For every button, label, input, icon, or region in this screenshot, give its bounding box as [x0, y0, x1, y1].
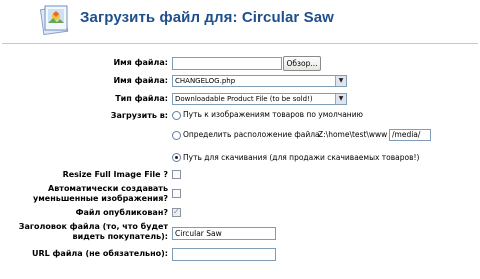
file-name-select[interactable]: CHANGELOG.php ▼: [172, 75, 347, 87]
file-title-label: Заголовок файла (то, что будет видеть по…: [18, 222, 168, 241]
custom-path-input[interactable]: /media/: [389, 129, 431, 141]
file-type-select-value: Downloadable Product File (to be sold!): [175, 95, 313, 103]
radio-custom-path-label: Определить расположение файла:: [183, 130, 323, 139]
radio-default-images-path[interactable]: [172, 111, 181, 120]
checkmark-icon: ✓: [173, 207, 180, 216]
browse-button[interactable]: Обзор...: [283, 56, 321, 71]
file-type-select[interactable]: Downloadable Product File (to be sold!) …: [172, 93, 347, 105]
upload-image-icon: [39, 5, 69, 36]
file-name-select-value: CHANGELOG.php: [175, 77, 236, 85]
radio-default-images-path-label: Путь к изображениям товаров по умолчанию: [183, 110, 363, 119]
radio-custom-path[interactable]: [172, 131, 181, 140]
page-header: Загрузить файл для: Circular Saw: [0, 0, 480, 44]
file-upload-input[interactable]: [172, 57, 282, 70]
auto-thumbnail-checkbox[interactable]: [172, 189, 181, 198]
published-label: Файл опубликован?: [75, 208, 168, 217]
upload-to-label: Загрузить в:: [110, 111, 168, 120]
published-checkbox[interactable]: ✓: [172, 207, 181, 217]
chevron-down-icon[interactable]: ▼: [335, 94, 346, 104]
auto-thumbnail-label: Автоматически создавать уменьшенные изоб…: [33, 184, 168, 203]
header-divider: [2, 43, 478, 44]
file-url-input[interactable]: [172, 248, 276, 261]
file-name-upload-label: Имя файла:: [113, 58, 168, 67]
custom-path-prefix: Z:\home\test\www: [318, 130, 388, 139]
radio-download-path-label: Путь для скачивания (для продажи скачива…: [183, 153, 420, 162]
page-title: Загрузить файл для: Circular Saw: [80, 9, 334, 26]
resize-checkbox[interactable]: [172, 170, 181, 179]
file-type-label: Тип файла:: [115, 94, 168, 103]
resize-label: Resize Full Image File ?: [62, 170, 168, 179]
file-url-label: URL файла (не обязательно):: [31, 249, 168, 258]
file-name-select-label: Имя файла:: [113, 76, 168, 85]
file-title-input[interactable]: Circular Saw: [172, 227, 276, 240]
chevron-down-icon[interactable]: ▼: [335, 76, 346, 86]
radio-download-path[interactable]: [172, 153, 181, 162]
